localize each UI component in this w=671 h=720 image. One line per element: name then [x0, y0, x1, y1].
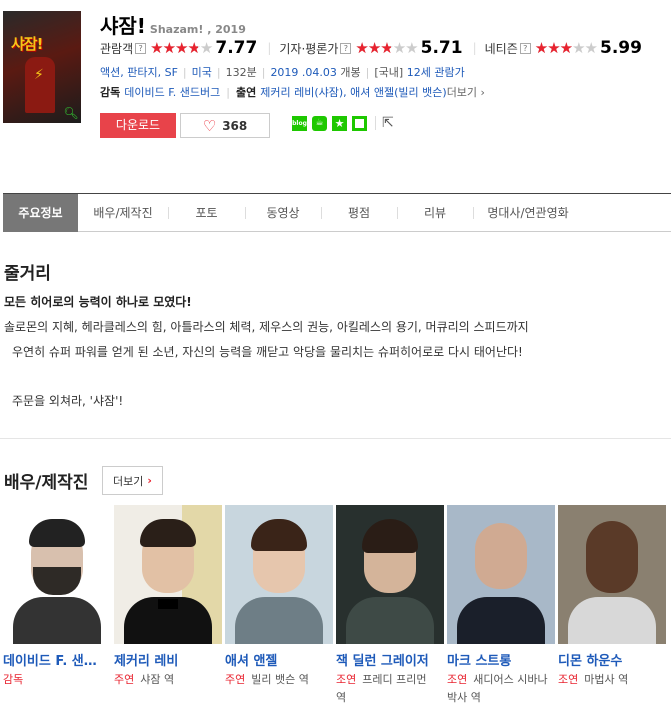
tab-rating[interactable]: 평점: [321, 194, 397, 232]
synopsis-headline: 모든 히어로의 능력이 하나로 모였다!: [4, 295, 192, 309]
section-divider: [0, 438, 671, 439]
ratings-row: 관람객 ? ★★★★★★★★★★ 7.77 | 기자·평론가 ? ★★★★★★★…: [100, 38, 650, 58]
cast-card[interactable]: 마크 스트롱 조연 새디어스 시바나 박사 역: [447, 505, 557, 707]
movie-title: 샤잠!: [100, 14, 146, 38]
tab-photo[interactable]: 포토: [168, 194, 245, 232]
release-date-link[interactable]: 2019 .04.03: [270, 66, 336, 79]
cast-section-title: 배우/제작진: [4, 473, 89, 493]
cast-role: 감독: [3, 673, 24, 686]
director-label: 감독: [100, 86, 121, 99]
release-suffix: 개봉: [340, 66, 361, 79]
cast-role: 조연 마법사 역: [558, 673, 629, 686]
cast-photo[interactable]: [558, 505, 666, 644]
rating-prefix: [국내]: [374, 66, 404, 79]
synopsis-line: 솔로몬의 지혜, 헤라클레스의 힘, 아틀라스의 체력, 제우스의 권능, 아킬…: [4, 320, 529, 334]
star-rating: ★★★★★★★★★★: [355, 38, 418, 57]
cast-name[interactable]: 데이비드 F. 샌드버그: [3, 650, 107, 669]
cast-label: 출연: [235, 86, 257, 99]
director-link[interactable]: 데이비드 F. 샌드버그: [124, 86, 220, 99]
cast-more-link[interactable]: 더보기 ›: [447, 86, 485, 99]
share-external-icon[interactable]: ⇱: [382, 115, 394, 131]
cast-name[interactable]: 마크 스트롱: [447, 650, 551, 669]
runtime: 132분: [225, 66, 257, 79]
help-icon[interactable]: ?: [135, 42, 147, 54]
cast-more-button[interactable]: 더보기 ›: [102, 466, 163, 495]
synopsis-line: 주문을 외쳐라, '샤잠'!: [12, 394, 124, 408]
synopsis-line: 우연히 슈퍼 파워를 얻게 된 소년, 자신의 능력을 깨닫고 악당을 물리치는…: [12, 345, 523, 359]
rating-label: 네티즌: [484, 41, 518, 56]
cast-role: 조연 프레디 프리먼 역: [336, 673, 427, 704]
help-icon[interactable]: ?: [340, 42, 352, 54]
divider: |: [472, 41, 477, 55]
rating-critics: 기자·평론가 ? ★★★★★★★★★★ 5.71: [279, 38, 462, 58]
cast-card[interactable]: 잭 딜런 그레이저 조연 프레디 프리먼 역: [336, 505, 446, 707]
genre-link[interactable]: 액션, 판타지, SF: [100, 66, 178, 79]
cast-card[interactable]: 제커리 레비 주연 샤잠 역: [114, 505, 224, 689]
square-share-icon[interactable]: [352, 115, 367, 131]
more-label: 더보기: [113, 474, 144, 488]
cast-role: 조연 새디어스 시바나 박사 역: [447, 673, 548, 704]
like-count: 368: [222, 118, 248, 133]
rating-score: 5.99: [600, 38, 642, 58]
rating-score: 7.77: [215, 38, 258, 58]
rating-label: 기자·평론가: [279, 41, 339, 56]
poster-title: 샤잠!: [11, 35, 43, 53]
age-rating-link[interactable]: 12세 관람가: [407, 66, 465, 79]
movie-subtitle: Shazam! , 2019: [149, 23, 246, 36]
cast-name[interactable]: 잭 딜런 그레이저: [336, 650, 440, 669]
cast-photo[interactable]: [114, 505, 222, 644]
tab-quotes-related[interactable]: 명대사/연관영화: [473, 194, 583, 232]
cast-card[interactable]: 디몬 하운수 조연 마법사 역: [558, 505, 668, 689]
tab-review[interactable]: 리뷰: [397, 194, 473, 232]
cast-card[interactable]: 애셔 앤젤 주연 빌리 뱃슨 역: [225, 505, 335, 689]
cast-role: 주연 샤잠 역: [114, 673, 175, 686]
cafe-share-icon[interactable]: ☕: [312, 115, 327, 131]
divider: |: [267, 41, 272, 55]
rating-audience: 관람객 ? ★★★★★★★★★★ 7.77: [100, 38, 257, 58]
cast-name[interactable]: 애셔 앤젤: [225, 650, 329, 669]
credits-line: 감독 데이비드 F. 샌드버그 | 출연 제커리 레비(샤잠), 애셔 앤젤(빌리 뱃슨…: [100, 86, 485, 99]
tab-bar: 주요정보 배우/제작진 포토 동영상 평점 리뷰 명대사/연관영화: [3, 193, 671, 232]
cast-photo[interactable]: [3, 505, 111, 644]
cast-link[interactable]: 제커리 레비(샤잠), 애셔 앤젤(빌리 뱃슨): [260, 86, 446, 99]
tab-video[interactable]: 동영상: [245, 194, 321, 232]
cast-role: 주연 빌리 뱃슨 역: [225, 673, 309, 686]
heart-icon: ♡: [202, 116, 217, 135]
cast-photo[interactable]: [447, 505, 555, 644]
tab-cast-crew[interactable]: 배우/제작진: [78, 194, 168, 232]
rating-netizen: 네티즌 ? ★★★★★★★★★★ 5.99: [485, 38, 642, 58]
lightning-icon: ⚡: [34, 67, 44, 83]
star-rating: ★★★★★★★★★★: [534, 38, 598, 57]
zoom-icon[interactable]: 🔍︎: [63, 105, 79, 121]
cast-card[interactable]: 데이비드 F. 샌드버그 감독: [3, 505, 113, 689]
download-button[interactable]: 다운로드: [100, 113, 176, 138]
tab-main-info[interactable]: 주요정보: [3, 194, 78, 232]
cast-photo[interactable]: [336, 505, 444, 644]
movie-poster[interactable]: 샤잠! ⚡ 🔍︎: [3, 11, 81, 123]
share-icons: blog ☕ ★ ⇱: [292, 115, 394, 131]
cast-photo[interactable]: [225, 505, 333, 644]
poster-hero-figure: [25, 57, 55, 113]
country-link[interactable]: 미국: [192, 66, 212, 79]
like-button[interactable]: ♡ 368: [180, 113, 270, 138]
synopsis-title: 줄거리: [4, 264, 51, 284]
movie-title-row: 샤잠! Shazam! , 2019: [100, 10, 246, 39]
movie-info-line: 액션, 판타지, SF | 미국 | 132분 | 2019 .04.03 개봉 | [국내] …: [100, 66, 465, 79]
star-share-icon[interactable]: ★: [332, 115, 347, 131]
chevron-right-icon: ›: [147, 474, 152, 487]
rating-score: 5.71: [420, 38, 463, 58]
cast-name[interactable]: 디몬 하운수: [558, 650, 662, 669]
star-rating: ★★★★★★★★★★: [150, 38, 213, 57]
rating-label: 관람객: [100, 41, 134, 56]
blog-share-icon[interactable]: blog: [292, 115, 307, 131]
divider: [375, 116, 376, 130]
cast-name[interactable]: 제커리 레비: [114, 650, 218, 669]
help-icon[interactable]: ?: [519, 42, 531, 54]
